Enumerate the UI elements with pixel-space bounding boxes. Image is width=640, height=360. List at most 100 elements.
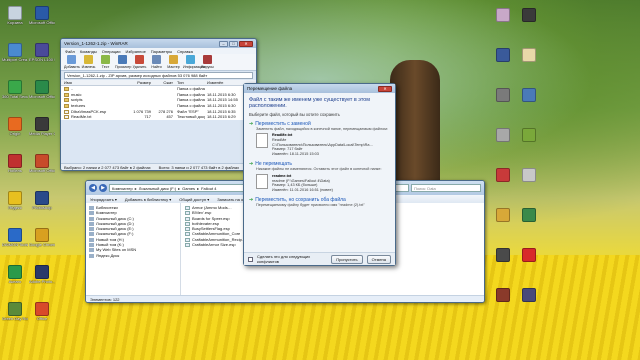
breadcrumb-item[interactable]: Fallout 4 bbox=[201, 186, 216, 191]
desktop-icon[interactable] bbox=[516, 248, 542, 276]
toolbar-icon bbox=[152, 55, 161, 64]
winrar-address-bar[interactable]: Version_1-1262-1.zip - ZIP архив, размер… bbox=[64, 72, 253, 79]
column-header[interactable]: Сжат bbox=[153, 80, 175, 85]
desktop-icon[interactable]: Office bbox=[29, 302, 55, 330]
file-icon bbox=[64, 109, 69, 114]
desktop-icon[interactable] bbox=[516, 88, 542, 116]
winrar-titlebar[interactable]: Version_1-1262-1.zip - WinRAR – □ ✕ bbox=[61, 39, 256, 48]
dialog-titlebar[interactable]: Перемещение файла ✕ bbox=[244, 84, 395, 93]
desktop-icon[interactable] bbox=[516, 208, 542, 236]
command-button[interactable]: Общий доступ ▾ bbox=[179, 197, 209, 202]
table-row[interactable]: DIbaVimasPCK.esp 1 076 739 278 276 Файл "ES… bbox=[61, 108, 256, 114]
search-input[interactable]: Поиск: Data bbox=[411, 184, 481, 192]
desktop-icon[interactable]: Multiport Crea… bbox=[2, 43, 28, 71]
desktop-icon-label: EPSON L100 Series bbox=[29, 58, 55, 62]
desktop-icon[interactable] bbox=[516, 48, 542, 76]
desktop-icon[interactable]: Photoshop bbox=[29, 191, 55, 219]
menu-item[interactable]: Справка bbox=[177, 49, 193, 54]
desktop-icon[interactable]: Green Day Rock Band bbox=[2, 302, 28, 330]
desktop-icon[interactable] bbox=[490, 88, 516, 116]
desktop-icon-label: Microsoft Office bbox=[29, 169, 55, 173]
breadcrumb-item[interactable]: Локальный диск (F:) bbox=[139, 186, 176, 191]
file-name: .. bbox=[61, 86, 121, 91]
desktop-icon-label: Origin bbox=[9, 132, 21, 136]
table-row[interactable]: ReadMe.txt 717 457 Текстовый докум…18.11.20… bbox=[61, 113, 256, 120]
toolbar-button[interactable]: Найти bbox=[149, 55, 164, 69]
chevron-right-icon: ▸ bbox=[197, 185, 200, 191]
desktop-icon[interactable]: Media Player Classic bbox=[29, 117, 55, 145]
dialog-close-button[interactable]: ✕ bbox=[378, 85, 392, 92]
desktop-icon[interactable]: Microsoft Office Wo… bbox=[29, 6, 55, 34]
command-button[interactable]: Добавить в библиотеку ▾ bbox=[125, 197, 171, 202]
toolbar-button[interactable]: Добавить bbox=[64, 55, 80, 69]
desktop-icon[interactable]: Яндекс bbox=[2, 191, 28, 219]
menu-item[interactable]: Команды bbox=[80, 49, 97, 54]
toolbar-button[interactable]: Вирусы bbox=[200, 55, 215, 69]
menu-item[interactable]: Файл bbox=[65, 49, 75, 54]
option-description: Заменить файл, находящийся в конечной па… bbox=[256, 126, 388, 131]
command-button[interactable]: Упорядочить ▾ bbox=[90, 197, 117, 202]
desktop-icon[interactable]: Microsoft Office Ex… bbox=[29, 80, 55, 108]
file-detail-line: Изменён: 18.11.2015 15:03 bbox=[272, 151, 319, 156]
desktop-icon-label: Green Day Rock Band bbox=[2, 317, 28, 321]
dialog-option[interactable]: ➔ Не перемещать Никакие файлы не изменяютс… bbox=[249, 161, 390, 192]
toolbar-icon bbox=[101, 55, 110, 64]
desktop-icon[interactable] bbox=[516, 8, 542, 36]
column-header[interactable]: Изменён bbox=[205, 80, 239, 85]
skip-button[interactable]: Пропустить bbox=[331, 254, 363, 264]
move-file-dialog[interactable]: Перемещение файла ✕ Файл с таким же имен… bbox=[243, 83, 396, 266]
file-type: Папка с файлами bbox=[177, 86, 205, 92]
desktop-icon[interactable] bbox=[490, 168, 516, 196]
desktop-icon[interactable]: Google Chrome bbox=[29, 228, 55, 256]
minimize-button[interactable]: – bbox=[219, 40, 228, 47]
desktop-icon[interactable] bbox=[490, 208, 516, 236]
chevron-right-icon: ▸ bbox=[134, 185, 137, 191]
cancel-button[interactable]: Отмена bbox=[366, 254, 391, 264]
app-icon bbox=[8, 6, 22, 20]
breadcrumb-item[interactable]: Games bbox=[182, 186, 195, 191]
column-header[interactable]: Тип bbox=[175, 80, 205, 85]
dialog-option[interactable]: ➔ Переместить, но сохранить оба файла Пере… bbox=[249, 197, 390, 208]
toolbar-button[interactable]: Мастер bbox=[166, 55, 181, 69]
menu-item[interactable]: Параметры bbox=[151, 49, 172, 54]
column-header[interactable]: Имя bbox=[61, 80, 121, 85]
menu-item[interactable]: Операции bbox=[102, 49, 121, 54]
desktop-icon[interactable]: Нобель bbox=[2, 154, 28, 182]
apply-all-checkbox[interactable] bbox=[248, 256, 253, 262]
menu-item[interactable]: Избранное bbox=[126, 49, 146, 54]
desktop-icon[interactable]: Корзина bbox=[2, 6, 28, 34]
desktop-icon[interactable] bbox=[490, 128, 516, 156]
desktop-icon[interactable]: Акнаго bbox=[2, 265, 28, 293]
toolbar-button[interactable]: Просмотр bbox=[115, 55, 131, 69]
app-icon bbox=[35, 228, 49, 242]
column-header[interactable]: Размер bbox=[121, 80, 153, 85]
nav-item[interactable]: Яндекс.Диск bbox=[89, 253, 177, 258]
close-button[interactable]: ✕ bbox=[239, 40, 253, 47]
desktop-icon[interactable]: EPSON L100 Series bbox=[29, 43, 55, 71]
desktop-icon[interactable] bbox=[516, 168, 542, 196]
arrow-right-icon: ➔ bbox=[249, 120, 254, 127]
file-type: Папка с файлами bbox=[177, 91, 205, 97]
desktop-icon[interactable] bbox=[516, 288, 542, 316]
desktop-icon[interactable]: Origin bbox=[2, 117, 28, 145]
back-button[interactable]: ◀ bbox=[89, 184, 97, 192]
desktop-icon[interactable] bbox=[490, 48, 516, 76]
desktop-icon[interactable] bbox=[490, 248, 516, 276]
dialog-option[interactable]: ➔ Переместить с заменой Заменить файл, нах… bbox=[249, 121, 390, 157]
desktop-icon[interactable]: Adobe Photo… bbox=[29, 265, 55, 293]
winrar-window[interactable]: Version_1-1262-1.zip - WinRAR – □ ✕ Файл… bbox=[60, 38, 257, 171]
desktop-icon[interactable]: DAIMON Tools Lite bbox=[2, 228, 28, 256]
desktop-icon[interactable] bbox=[516, 128, 542, 156]
toolbar-button[interactable]: Извлечь bbox=[81, 55, 96, 69]
desktop-icon[interactable] bbox=[490, 8, 516, 36]
dialog-footer: Сделать это для следующих конфликтов Про… bbox=[244, 252, 395, 265]
forward-button[interactable]: ▶ bbox=[99, 184, 107, 192]
desktop-icon[interactable]: 360 Total Security bbox=[2, 80, 28, 108]
breadcrumb-item[interactable]: Компьютер bbox=[112, 186, 133, 191]
desktop-icon[interactable] bbox=[490, 288, 516, 316]
toolbar-button[interactable]: Тест bbox=[98, 55, 113, 69]
toolbar-button[interactable]: Информация bbox=[183, 55, 205, 69]
toolbar-button[interactable]: Удалить bbox=[132, 55, 147, 69]
desktop-icon[interactable]: Microsoft Office bbox=[29, 154, 55, 182]
maximize-button[interactable]: □ bbox=[229, 40, 238, 47]
